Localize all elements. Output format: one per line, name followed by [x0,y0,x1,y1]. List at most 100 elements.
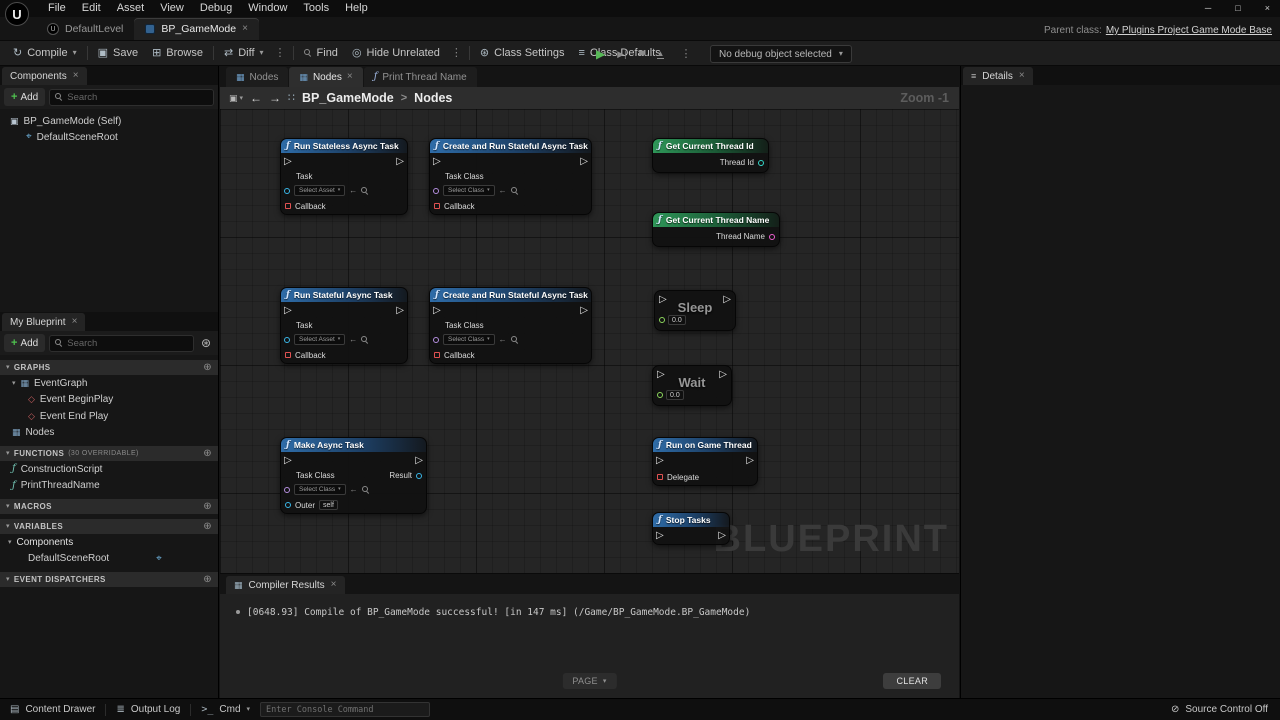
node-sleep[interactable]: Sleep 0.0 [654,290,736,331]
exec-out-pin[interactable] [718,531,726,541]
node-run-on-game-thread[interactable]: Run on Game Thread Delegate [652,437,758,486]
menu-asset[interactable]: Asset [109,0,153,17]
duration-input[interactable]: 0.0 [666,390,684,400]
node-header[interactable]: Run on Game Thread [653,438,757,452]
node-header[interactable]: Create and Run Stateful Async Task [430,288,591,302]
exec-in-pin[interactable] [657,370,665,380]
details-panel-tab[interactable]: Details [963,67,1033,85]
select-asset-dropdown[interactable]: Select Asset [294,334,345,345]
component-row-self[interactable]: BP_GameMode (Self) [0,113,218,129]
string-pin[interactable] [769,234,775,240]
delegate-pin[interactable] [285,352,291,358]
node-get-current-thread-id[interactable]: Get Current Thread Id Thread Id [652,138,769,173]
browse-class-icon[interactable] [362,486,370,494]
menu-window[interactable]: Window [240,0,295,17]
graph-item-eventgraph[interactable]: EventGraph [0,375,218,392]
close-icon[interactable] [72,317,78,327]
float-pin[interactable] [659,317,665,323]
functions-section-header[interactable]: FUNCTIONS (30 OVERRIDABLE) [0,446,218,461]
node-header[interactable]: Stop Tasks [653,513,729,527]
cmd-dropdown[interactable]: Cmd [191,699,260,720]
compile-options-icon[interactable] [73,49,77,57]
node-create-run-stateful-async-task-1[interactable]: Create and Run Stateful Async Task Task … [429,138,592,215]
delegate-pin[interactable] [434,203,440,209]
event-item-begin-play[interactable]: Event BeginPlay [0,392,218,409]
parent-class-link[interactable]: My Plugins Project Game Mode Base [1106,25,1272,36]
exec-out-pin[interactable] [396,157,404,167]
exec-in-pin[interactable] [433,306,441,316]
add-macro-icon[interactable] [203,502,212,512]
use-selected-icon[interactable] [499,187,507,195]
int-pin[interactable] [758,160,764,166]
node-get-current-thread-name[interactable]: Get Current Thread Name Thread Name [652,212,780,247]
add-component-button[interactable]: Add [4,88,45,106]
exec-out-pin[interactable] [723,295,731,305]
object-pin[interactable] [284,188,290,194]
event-dispatchers-section-header[interactable]: EVENT DISPATCHERS [0,572,218,587]
exec-out-pin[interactable] [415,456,423,466]
content-drawer-button[interactable]: Content Drawer [0,699,105,720]
close-icon[interactable] [73,71,79,81]
add-variable-icon[interactable] [203,522,212,532]
menu-debug[interactable]: Debug [192,0,240,17]
delegate-pin[interactable] [285,203,291,209]
node-header[interactable]: Run Stateless Async Task [281,139,407,153]
eject-icon[interactable] [657,50,665,59]
close-tab-icon[interactable] [347,72,353,82]
exec-in-pin[interactable] [656,456,664,466]
event-item-end-play[interactable]: Event End Play [0,408,218,425]
delegate-pin[interactable] [434,352,440,358]
components-searchbox[interactable] [49,89,214,106]
components-search-input[interactable] [67,92,208,103]
breadcrumb-leaf[interactable]: Nodes [414,91,452,105]
source-control-button[interactable]: Source Control Off [1171,704,1280,715]
breadcrumb-root[interactable]: BP_GameMode [302,91,394,105]
node-make-async-task[interactable]: Make Async Task Task Class Result Select… [280,437,427,514]
compiler-results-tab[interactable]: Compiler Results [226,576,345,594]
add-dispatcher-icon[interactable] [203,575,212,585]
browse-class-icon[interactable] [511,187,519,195]
exec-out-pin[interactable] [396,306,404,316]
graph-item-nodes[interactable]: Nodes [0,425,218,442]
console-command-input[interactable] [260,702,430,717]
expander-icon[interactable] [8,539,12,546]
close-icon[interactable] [1019,71,1025,81]
minimize-icon[interactable] [1205,4,1211,13]
hide-unrelated-overflow-icon[interactable] [447,48,466,59]
graph-tab-nodes-2[interactable]: Nodes [289,67,362,87]
back-icon[interactable] [250,92,262,104]
node-run-stateful-async-task[interactable]: Run Stateful Async Task Task Select Asse… [280,287,408,364]
menu-help[interactable]: Help [337,0,376,17]
close-tab-icon[interactable] [242,24,248,34]
exec-in-pin[interactable] [659,295,667,305]
save-button[interactable]: Save [91,40,145,66]
page-button[interactable]: PAGE [562,673,616,689]
variable-item-scene-root[interactable]: DefaultSceneRoot [0,551,218,568]
exec-out-pin[interactable] [719,370,727,380]
use-selected-icon[interactable] [349,336,357,344]
collapse-icon[interactable] [6,523,10,530]
use-selected-icon[interactable] [349,187,357,195]
use-selected-icon[interactable] [350,486,358,494]
exec-out-pin[interactable] [580,157,588,167]
function-item-print-thread-name[interactable]: PrintThreadName [0,478,218,495]
select-asset-dropdown[interactable]: Select Asset [294,185,345,196]
select-class-dropdown[interactable]: Select Class [443,334,495,345]
menu-tools[interactable]: Tools [295,0,337,17]
my-blueprint-searchbox[interactable] [49,335,194,352]
menu-view[interactable]: View [152,0,192,17]
collapse-icon[interactable] [6,450,10,457]
bookmark-icon[interactable] [229,94,243,103]
unreal-logo[interactable] [5,2,29,26]
frame-skip-icon[interactable] [617,50,626,59]
graph-tab-print-thread-name[interactable]: Print Thread Name [364,67,477,87]
add-function-icon[interactable] [203,449,212,459]
exec-in-pin[interactable] [433,157,441,167]
exec-in-pin[interactable] [284,157,292,167]
diff-button[interactable]: Diff [217,40,271,66]
my-blueprint-panel-tab[interactable]: My Blueprint [2,313,85,331]
outer-input[interactable]: self [319,500,338,510]
browse-class-icon[interactable] [511,336,519,344]
graph-canvas[interactable]: BLUEPRINT Run Stateless Async Task Task … [220,109,959,573]
tab-default-level[interactable]: DefaultLevel [36,18,134,40]
